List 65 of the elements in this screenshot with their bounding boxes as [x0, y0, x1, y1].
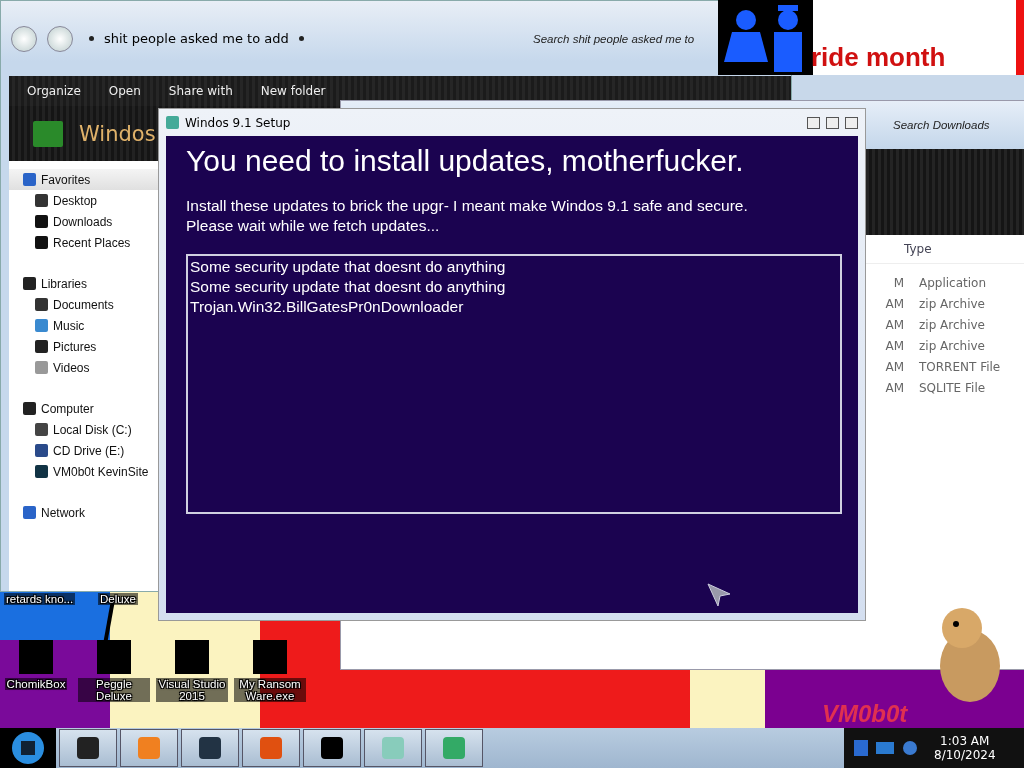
nav-item[interactable]: Documents	[9, 294, 159, 315]
toolbar-button[interactable]: Open	[108, 82, 141, 100]
nav-item[interactable]: Pictures	[9, 336, 159, 357]
update-item: Some security update that doesnt do anything	[190, 277, 507, 297]
maximize-button[interactable]	[826, 116, 839, 129]
table-cell-text: AM	[884, 296, 904, 311]
search-field[interactable]: Search shit people asked me to	[533, 32, 707, 45]
nav-item[interactable]: Videos	[9, 357, 159, 378]
app-icon	[75, 735, 101, 761]
app-icon	[380, 735, 406, 761]
desktop-icon-label[interactable]: Visual Studio 2015	[156, 678, 228, 702]
taskbar-button[interactable]	[303, 729, 361, 767]
nav-item[interactable]: Libraries	[9, 273, 159, 294]
table-cell-text: AM	[884, 380, 904, 395]
app-icon	[441, 735, 467, 761]
forward-button[interactable]	[47, 25, 73, 52]
nav-item[interactable]: CD Drive (E:)	[9, 440, 159, 461]
cursor-icon	[706, 582, 732, 608]
table-cell: zip Archive	[919, 317, 985, 332]
table-cell: TORRENT File	[919, 359, 1001, 374]
wallpaper-text: VM0b0t	[822, 700, 908, 728]
setup-text: Install these updates to brick the upgr- I meant make Windos 9.1 safe and secure.	[186, 196, 749, 216]
toolbar-button[interactable]: New folder	[260, 82, 326, 100]
nav-item[interactable]: Favorites	[9, 169, 159, 190]
app-icon	[258, 735, 284, 761]
app-icon	[319, 735, 345, 761]
nav-item[interactable]: Local Disk (C:)	[9, 419, 159, 440]
minimize-button[interactable]	[807, 116, 820, 129]
update-item: Trojan.Win32.BillGatesPr0nDownloader	[190, 297, 465, 317]
nav-item[interactable]: Desktop	[9, 190, 159, 211]
table-cell: SQLITE File	[919, 380, 986, 395]
nav-item[interactable]: Music	[9, 315, 159, 336]
nav-item[interactable]: Network	[9, 502, 159, 523]
tray-icon[interactable]	[902, 740, 918, 756]
nav-item[interactable]: Recent Places	[9, 232, 159, 253]
setup-icon	[166, 116, 179, 129]
toolbar-button[interactable]: Organize	[27, 82, 81, 100]
nav-item[interactable]: VM0b0t KevinSite	[9, 461, 159, 482]
setup-text: Please wait while we fetch updates...	[186, 216, 441, 236]
table-cell-text: M	[892, 275, 904, 290]
desktop-icon-label[interactable]: My Ransom Ware.exe	[234, 678, 306, 702]
table-cell-text: AM	[884, 359, 904, 374]
back-button[interactable]	[11, 25, 37, 52]
nav-item[interactable]: Computer	[9, 398, 159, 419]
column-header[interactable]: Type	[904, 242, 932, 256]
table-cell: Application	[919, 275, 987, 290]
table-cell-text: AM	[884, 317, 904, 332]
people-icon	[718, 0, 813, 75]
address-field[interactable]: shit people asked me to add	[83, 25, 523, 52]
close-button[interactable]	[845, 116, 858, 129]
setup-heading: You need to install updates, motherfucker.	[186, 144, 745, 178]
toolbar-button[interactable]: Share with	[168, 82, 233, 100]
folder-title: Windos	[79, 121, 156, 146]
nav-item[interactable]: Downloads	[9, 211, 159, 232]
app-icon	[136, 735, 162, 761]
table-cell-text: AM	[884, 338, 904, 353]
window-title: Windos 9.1 Setup	[185, 115, 291, 130]
search-field[interactable]: Search Downloads	[893, 119, 1024, 131]
start-button[interactable]	[0, 728, 56, 768]
taskbar-button[interactable]	[59, 729, 117, 767]
taskbar-button[interactable]	[181, 729, 239, 767]
table-cell: zip Archive	[919, 338, 985, 353]
update-item: Some security update that doesnt do anything	[190, 257, 507, 277]
table-cell: zip Archive	[919, 296, 985, 311]
app-icon	[197, 735, 223, 761]
